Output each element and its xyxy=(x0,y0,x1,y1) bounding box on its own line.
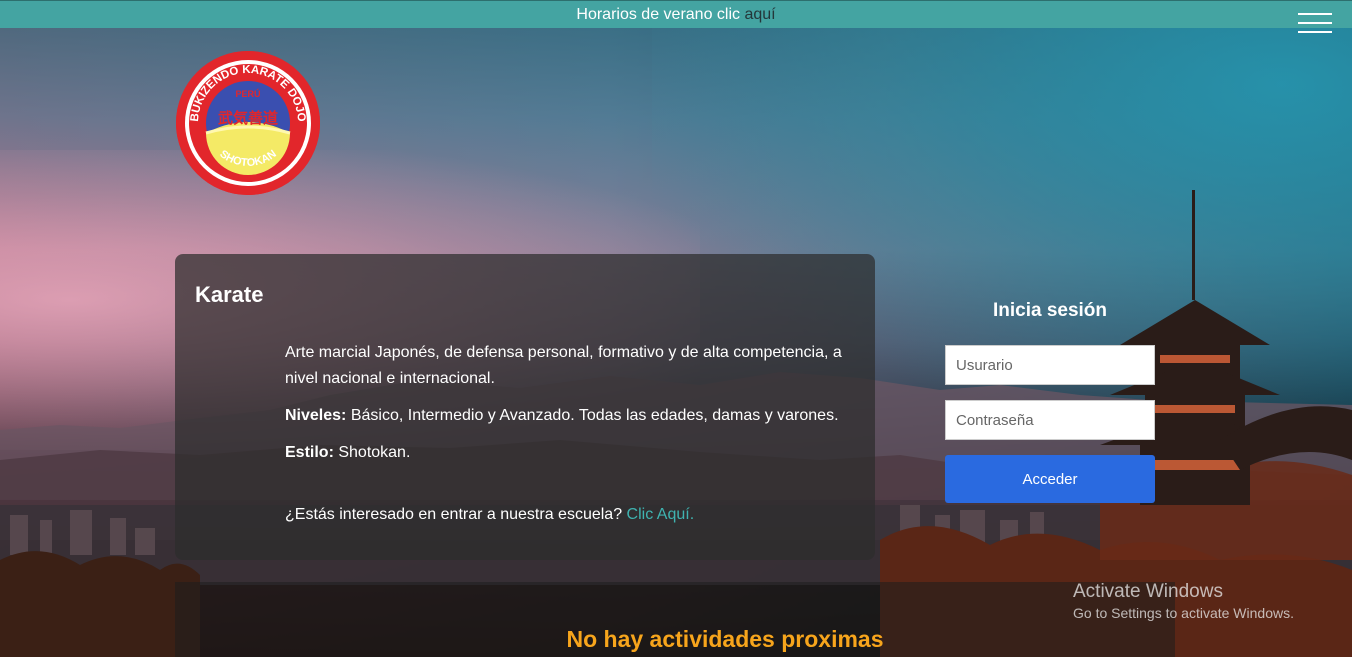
login-title: Inicia sesión xyxy=(992,300,1108,321)
levels-value: Básico, Intermedio y Avanzado. Todas las… xyxy=(350,407,839,424)
card-title: Karate xyxy=(195,282,264,307)
menu-icon[interactable] xyxy=(1298,13,1332,35)
banner-text: Horarios de verano clic xyxy=(576,6,741,23)
style-value: Shotokan. xyxy=(338,444,411,461)
dojo-logo[interactable]: BUKIZENDO KARATE DOJO SHOTOKAN PERÚ 武気善道 xyxy=(176,51,320,195)
join-school-cta: ¿Estás interesado en entrar a nuestra es… xyxy=(285,506,694,524)
windows-activation-watermark: Activate Windows Go to Settings to activ… xyxy=(1073,581,1294,621)
logo-country: PERÚ xyxy=(235,88,260,99)
login-form: Inicia sesión Acceder xyxy=(945,300,1155,503)
karate-info-card: Karate Arte marcial Japonés, de defensa … xyxy=(175,254,875,560)
logo-kanji: 武気善道 xyxy=(218,109,278,127)
login-button[interactable]: Acceder xyxy=(945,455,1155,503)
levels-label: Niveles: xyxy=(285,407,347,424)
card-description: Arte marcial Japonés, de defensa persona… xyxy=(285,344,842,387)
activities-panel: No hay actividades proximas xyxy=(175,582,1175,657)
levels-line: Niveles: Básico, Intermedio y Avanzado. … xyxy=(285,403,855,429)
cta-text: ¿Estás interesado en entrar a nuestra es… xyxy=(285,506,623,523)
style-label: Estilo: xyxy=(285,444,334,461)
summer-schedule-banner: Horarios de verano clic aquí xyxy=(0,0,1352,33)
username-input[interactable] xyxy=(945,345,1155,385)
style-line: Estilo: Shotokan. xyxy=(285,440,855,466)
password-input[interactable] xyxy=(945,400,1155,440)
banner-link[interactable]: aquí xyxy=(744,6,775,23)
cta-link[interactable]: Clic Aquí. xyxy=(627,506,695,523)
watermark-subtitle: Go to Settings to activate Windows. xyxy=(1073,605,1294,621)
activities-title: No hay actividades proximas xyxy=(566,626,884,652)
watermark-title: Activate Windows xyxy=(1073,581,1223,602)
